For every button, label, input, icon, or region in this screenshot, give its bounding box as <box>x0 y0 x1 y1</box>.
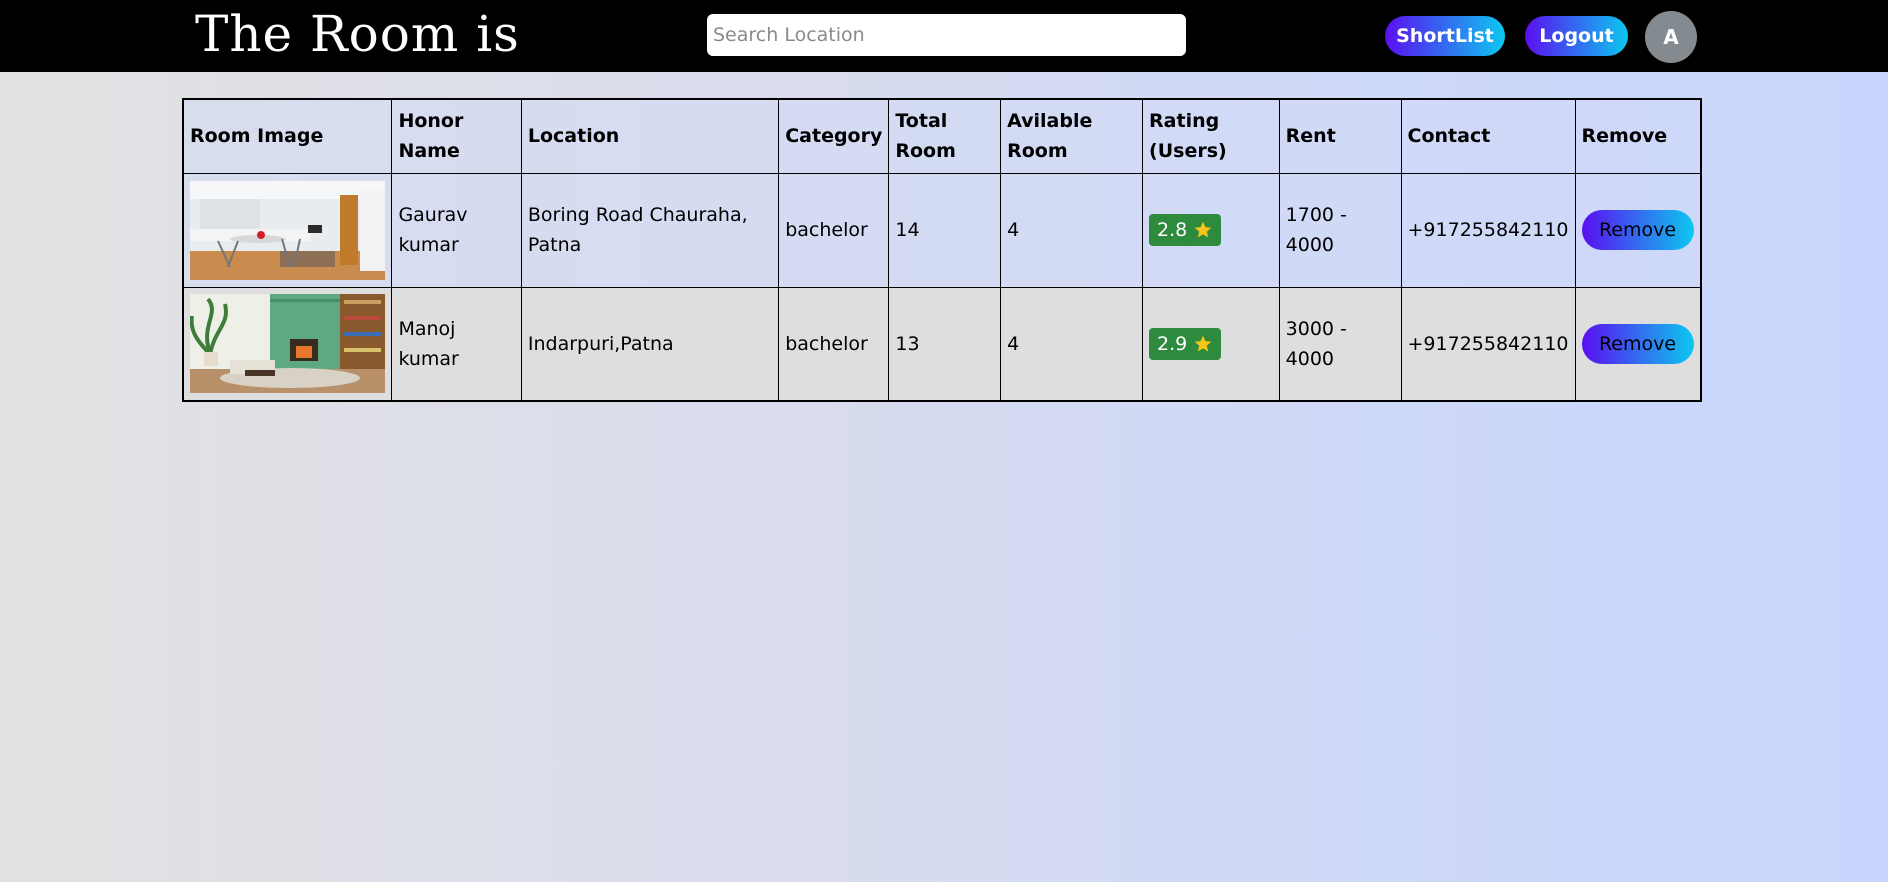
rent-cell: 3000 - 4000 <box>1278 286 1402 402</box>
col-header-category: Category <box>778 98 890 174</box>
location-cell: Indarpuri,Patna <box>520 286 780 402</box>
honor-name-cell: Gaurav kumar <box>391 172 522 288</box>
table-header-row: Room Image Honor Name Location Category … <box>182 98 1702 174</box>
remove-button[interactable]: Remove <box>1581 323 1694 364</box>
rent-cell: 1700 - 4000 <box>1278 172 1402 288</box>
col-header-total-room: Total Room <box>888 98 1002 174</box>
total-room-cell: 13 <box>888 286 1002 402</box>
col-header-rating: Rating (Users) <box>1142 98 1280 174</box>
remove-cell: Remove <box>1574 286 1702 402</box>
shortlist-button[interactable]: ShortList <box>1385 16 1505 56</box>
location-cell: Boring Road Chauraha, Patna <box>520 172 780 288</box>
remove-cell: Remove <box>1574 172 1702 288</box>
room-photo-living-room[interactable] <box>190 294 385 394</box>
search-location-input[interactable] <box>707 14 1186 56</box>
total-room-cell: 14 <box>888 172 1002 288</box>
table-row: Manoj kumar Indarpuri,Patna bachelor 13 … <box>182 286 1702 402</box>
site-logo[interactable]: The Room is <box>195 6 530 62</box>
category-cell: bachelor <box>778 172 890 288</box>
room-image-cell <box>182 172 393 288</box>
table-row: Gaurav kumar Boring Road Chauraha, Patna… <box>182 172 1702 288</box>
star-icon <box>1194 335 1212 352</box>
available-room-cell: 4 <box>1000 286 1144 402</box>
logout-button[interactable]: Logout <box>1525 16 1628 56</box>
col-header-remove: Remove <box>1574 98 1702 174</box>
room-image-cell <box>182 286 393 402</box>
rating-value: 2.9 <box>1157 332 1188 355</box>
col-header-rent: Rent <box>1278 98 1402 174</box>
user-avatar[interactable]: A <box>1645 11 1697 63</box>
col-header-honor-name: Honor Name <box>391 98 522 174</box>
col-header-room-image: Room Image <box>182 98 393 174</box>
available-room-cell: 4 <box>1000 172 1144 288</box>
contact-cell: +917255842110 <box>1400 286 1576 402</box>
rating-cell: 2.9 <box>1142 286 1280 402</box>
rating-cell: 2.8 <box>1142 172 1280 288</box>
star-icon <box>1194 221 1212 238</box>
rating-badge: 2.9 <box>1149 327 1222 360</box>
category-cell: bachelor <box>778 286 890 402</box>
contact-cell: +917255842110 <box>1400 172 1576 288</box>
col-header-contact: Contact <box>1400 98 1576 174</box>
rating-badge: 2.8 <box>1149 214 1222 246</box>
col-header-available-room: Avilable Room <box>1000 98 1144 174</box>
top-navbar: The Room is ShortList Logout A <box>0 0 1888 72</box>
col-header-location: Location <box>520 98 780 174</box>
honor-name-cell: Manoj kumar <box>391 286 522 402</box>
room-photo-modern-kitchen[interactable] <box>190 180 385 280</box>
remove-button[interactable]: Remove <box>1581 210 1694 250</box>
rating-value: 2.8 <box>1157 219 1188 241</box>
shortlist-table: Room Image Honor Name Location Category … <box>182 98 1702 402</box>
